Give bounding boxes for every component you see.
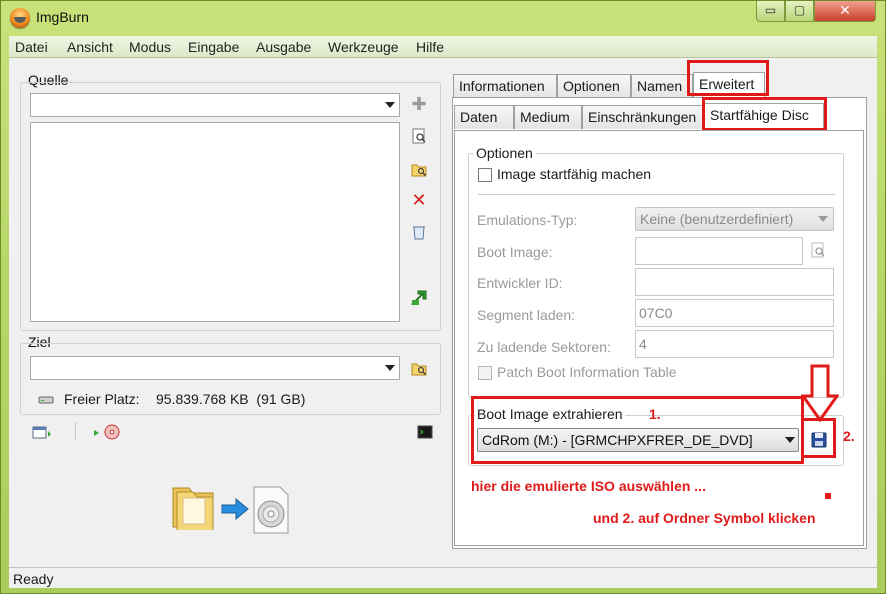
- make-bootable-label: Image startfähig machen: [497, 166, 652, 182]
- calculate-green-arrow-icon[interactable]: [410, 290, 427, 306]
- source-file-list[interactable]: [30, 122, 400, 322]
- recycle-bin-icon[interactable]: [411, 224, 427, 240]
- tab-medium[interactable]: Medium: [514, 105, 582, 129]
- free-space-value: 95.839.768 KB (91 GB): [156, 391, 306, 407]
- options-divider: [478, 194, 835, 195]
- load-segment-field[interactable]: 07C0: [635, 299, 834, 327]
- title-bar[interactable]: ImgBurn ▭ ▢ ✕: [1, 1, 886, 35]
- highlight-extract-combo: [471, 396, 804, 464]
- log-window-icon[interactable]: [32, 425, 51, 441]
- menu-hilfe[interactable]: Hilfe: [416, 39, 444, 55]
- chevron-down-icon: [385, 365, 395, 371]
- drive-icon: [38, 392, 54, 408]
- burn-disc-icon[interactable]: [104, 424, 120, 440]
- browse-file-icon[interactable]: [411, 128, 427, 144]
- patch-boot-table-label: Patch Boot Information Table: [497, 364, 677, 380]
- boot-image-label: Boot Image:: [477, 244, 553, 260]
- arrow-right-icon: [221, 497, 249, 523]
- status-text: Ready: [13, 571, 54, 587]
- menu-datei[interactable]: Datei: [15, 39, 48, 55]
- highlight-tab-erweitert: [687, 60, 769, 96]
- chevron-down-icon: [818, 216, 828, 222]
- annotation-hint-select-iso: hier die emulierte ISO auswählen ...: [471, 478, 706, 494]
- make-bootable-checkbox[interactable]: [478, 168, 492, 182]
- client-area: Quelle ✚ ✕ Ziel Freier Platz: 95.839.768…: [9, 58, 877, 588]
- destination-combo[interactable]: [30, 356, 400, 380]
- menu-werkzeuge[interactable]: Werkzeuge: [328, 39, 399, 55]
- options-group-title: Optionen: [473, 145, 536, 161]
- browse-folder-icon[interactable]: [411, 161, 427, 177]
- add-plus-icon[interactable]: ✚: [411, 95, 427, 113]
- app-window: ImgBurn ▭ ▢ ✕ Datei Ansicht Modus Eingab…: [0, 0, 886, 594]
- menu-ausgabe[interactable]: Ausgabe: [256, 39, 311, 55]
- folder-icon: [169, 478, 217, 533]
- developer-id-label: Entwickler ID:: [477, 275, 563, 291]
- tab-namen[interactable]: Namen: [631, 74, 693, 98]
- status-bar: Ready: [9, 567, 877, 588]
- tab-daten[interactable]: Daten: [454, 105, 514, 129]
- tab-optionen[interactable]: Optionen: [557, 74, 631, 98]
- menu-bar: Datei Ansicht Modus Eingabe Ausgabe Werk…: [9, 36, 877, 58]
- minimize-button[interactable]: ▭: [756, 1, 785, 22]
- emulation-type-value: Keine (benutzerdefiniert): [640, 211, 794, 227]
- console-icon[interactable]: [417, 424, 433, 440]
- imgburn-logo-icon: [10, 8, 30, 28]
- close-button[interactable]: ✕: [814, 1, 876, 22]
- source-combo[interactable]: [30, 93, 400, 117]
- emulation-type-label: Emulations-Typ:: [477, 212, 578, 228]
- annotation-hint-click-folder: und 2. auf Ordner Symbol klicken: [593, 510, 816, 526]
- annotation-dot: [825, 493, 831, 499]
- annotation-step-1: 1.: [649, 406, 661, 422]
- menu-modus[interactable]: Modus: [129, 39, 171, 55]
- play-arrow-icon[interactable]: [89, 425, 105, 441]
- tab-informationen[interactable]: Informationen: [453, 74, 557, 98]
- remove-x-icon[interactable]: ✕: [411, 191, 427, 209]
- sectors-to-load-label: Zu ladende Sektoren:: [477, 339, 611, 355]
- load-segment-label: Segment laden:: [477, 307, 576, 323]
- annotation-down-arrow-icon: [800, 364, 840, 425]
- toolbar-divider: [75, 422, 76, 440]
- browse-boot-image-icon[interactable]: [810, 242, 826, 258]
- menu-eingabe[interactable]: Eingabe: [188, 39, 239, 55]
- disc-image-icon: [251, 486, 291, 537]
- free-space-label: Freier Platz:: [64, 391, 140, 407]
- menu-ansicht[interactable]: Ansicht: [67, 39, 113, 55]
- developer-id-field[interactable]: [635, 268, 834, 296]
- window-title: ImgBurn: [36, 9, 89, 25]
- browse-destination-folder-icon[interactable]: [411, 360, 427, 376]
- boot-image-field[interactable]: [635, 237, 803, 265]
- tab-einschraenkungen[interactable]: Einschränkungen: [582, 105, 704, 129]
- patch-boot-table-checkbox[interactable]: [478, 366, 492, 380]
- maximize-button[interactable]: ▢: [785, 1, 814, 22]
- chevron-down-icon: [385, 102, 395, 108]
- emulation-type-combo[interactable]: Keine (benutzerdefiniert): [635, 207, 834, 231]
- sectors-to-load-field[interactable]: 4: [635, 330, 834, 358]
- annotation-step-2: 2.: [843, 428, 855, 444]
- highlight-tab-startfaehige-disc: [702, 97, 827, 131]
